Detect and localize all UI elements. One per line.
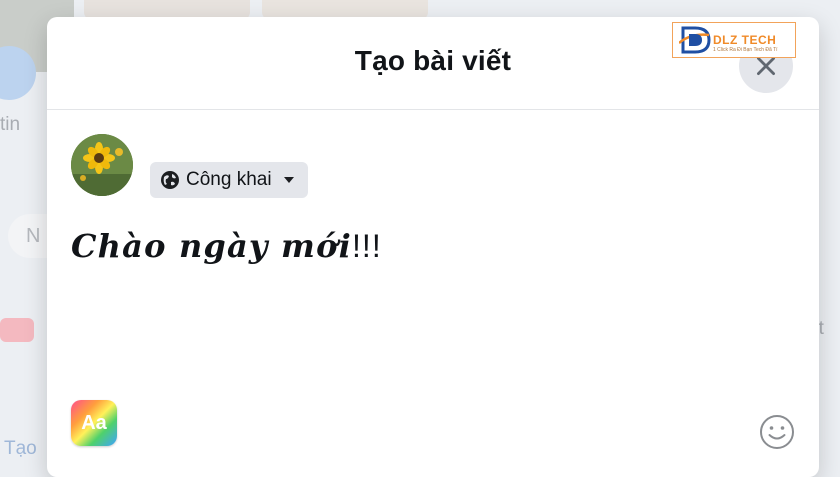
story-label: tin: [0, 114, 21, 135]
privacy-selector[interactable]: Công khai: [150, 162, 308, 198]
brand-name: DLZ TECH: [713, 33, 777, 47]
dlz-tech-logo: DLZ TECH 1 Click Ra Đi Bạn Tech Đã Tí: [672, 22, 796, 58]
live-video-icon: [0, 318, 34, 342]
post-text-tail: !!!: [352, 228, 382, 264]
brand-tagline: 1 Click Ra Đi Bạn Tech Đã Tí: [713, 47, 778, 53]
sunflower-avatar-image: [71, 134, 133, 196]
post-text-area[interactable]: Chào ngày mới!!!: [71, 227, 382, 265]
smiley-icon: [760, 415, 794, 449]
post-text-main: Chào ngày mới: [71, 227, 353, 265]
user-avatar[interactable]: [71, 134, 133, 196]
dlz-logo-mark-icon: [679, 26, 711, 54]
text-background-label: Aa: [81, 411, 107, 434]
text-background-button[interactable]: Aa: [71, 400, 117, 446]
create-link: Tạo: [4, 438, 37, 459]
create-post-dialog: Tạo bài viết Công khai Chào ngày mới!!! …: [47, 17, 819, 477]
emoji-button[interactable]: [758, 413, 796, 451]
privacy-label: Công khai: [186, 169, 272, 190]
globe-icon: [161, 171, 179, 189]
caret-down-icon: [283, 177, 294, 183]
